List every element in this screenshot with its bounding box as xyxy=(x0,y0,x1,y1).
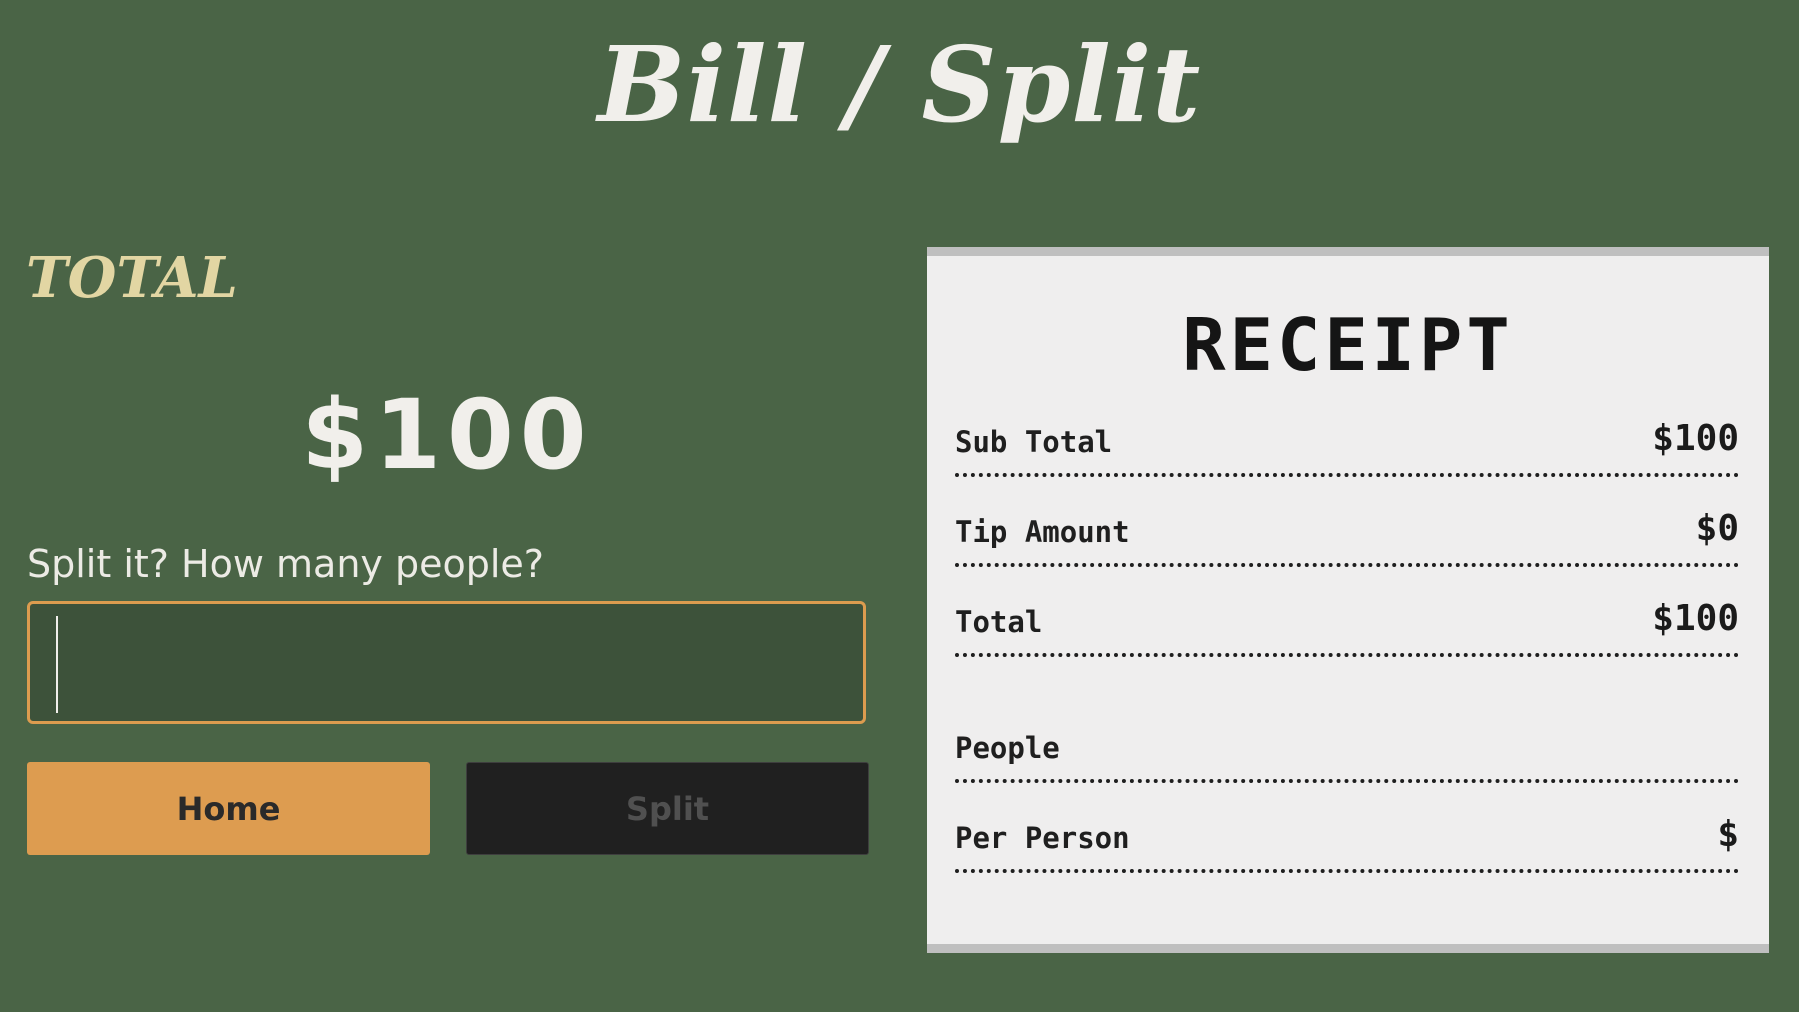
receipt-row-label: Per Person xyxy=(955,821,1130,855)
split-prompt-label: Split it? How many people? xyxy=(27,542,544,586)
receipt-row-label: Total xyxy=(955,605,1043,639)
receipt-row-people: People xyxy=(955,713,1739,783)
text-caret xyxy=(56,616,58,713)
total-amount: $100 xyxy=(301,379,593,491)
receipt-row-label: Tip Amount xyxy=(955,515,1130,549)
receipt-panel: RECEIPT Sub Total $100 Tip Amount $0 Tot… xyxy=(927,247,1769,953)
receipt-row-per-person: Per Person $ xyxy=(955,803,1739,873)
receipt-row-subtotal: Sub Total $100 xyxy=(955,407,1739,477)
receipt-row-value: $100 xyxy=(1652,598,1739,639)
receipt-row-value: $0 xyxy=(1695,508,1739,549)
people-count-input[interactable] xyxy=(27,601,866,724)
receipt-row-tip: Tip Amount $0 xyxy=(955,497,1739,567)
total-label: TOTAL xyxy=(26,245,238,311)
receipt-row-label: People xyxy=(955,731,1060,765)
home-button[interactable]: Home xyxy=(27,762,430,855)
receipt-row-total: Total $100 xyxy=(955,587,1739,657)
receipt-row-value: $100 xyxy=(1652,418,1739,459)
receipt-row-label: Sub Total xyxy=(955,425,1113,459)
receipt-row-value: $ xyxy=(1717,814,1739,855)
app-title: Bill / Split xyxy=(597,23,1202,146)
split-button[interactable]: Split xyxy=(466,762,869,855)
receipt-title: RECEIPT xyxy=(1182,303,1514,387)
